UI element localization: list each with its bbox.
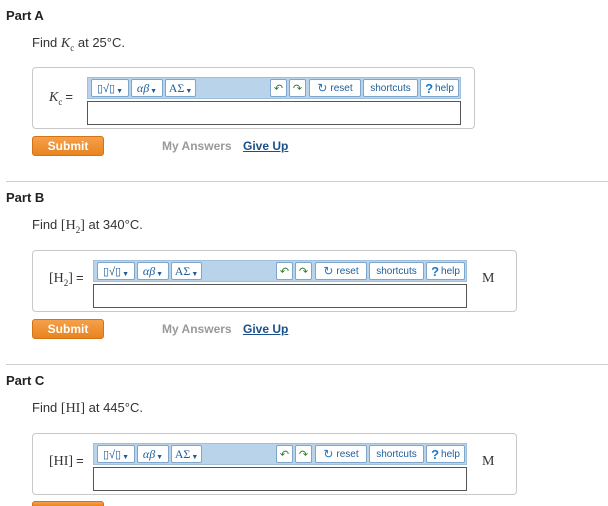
answer-lhs: [H2] = <box>49 270 84 288</box>
redo-icon[interactable]: ↷ <box>295 445 312 463</box>
answer-input[interactable] <box>93 467 467 491</box>
greek-button[interactable]: αβ ▼ <box>137 445 169 463</box>
question-math: [H2] <box>60 218 85 235</box>
shortcuts-button[interactable]: shortcuts <box>369 445 424 463</box>
help-icon: ? <box>431 263 440 279</box>
help-button[interactable]: ? help <box>420 79 459 97</box>
unit-label: M <box>482 271 495 286</box>
give-up-link[interactable]: Give Up <box>243 322 288 336</box>
help-button[interactable]: ? help <box>426 445 465 463</box>
part-title: Part C <box>6 373 45 388</box>
undo-icon[interactable]: ↶ <box>270 79 287 97</box>
symbols-button[interactable]: ΑΣ ▼ <box>165 79 196 97</box>
submit-button[interactable]: Submit <box>32 319 104 339</box>
question-text: Find Kc at 25°C. <box>32 35 125 53</box>
greek-button[interactable]: αβ ▼ <box>137 262 169 280</box>
unit-label: M <box>482 454 495 469</box>
submit-button[interactable]: Submit <box>32 136 104 156</box>
shortcuts-button[interactable]: shortcuts <box>369 262 424 280</box>
answer-lhs: [HI] = <box>49 453 84 469</box>
my-answers-link[interactable]: My Answers <box>162 322 232 336</box>
reset-icon: ↻ <box>323 447 334 461</box>
answer-box: [HI] = ▯√▯ ▼ αβ ▼ ΑΣ ▼ ↶ ↷ ↻ reset shortcuts … <box>32 433 517 495</box>
answer-input[interactable] <box>93 284 467 308</box>
question-prefix: Find <box>32 400 61 415</box>
question-text: Find [H2] at 340°C. <box>32 217 143 235</box>
templates-button[interactable]: ▯√▯ ▼ <box>97 262 135 280</box>
undo-icon[interactable]: ↶ <box>276 262 293 280</box>
reset-button[interactable]: ↻ reset <box>309 79 361 97</box>
answer-box: [H2] = ▯√▯ ▼ αβ ▼ ΑΣ ▼ ↶ ↷ ↻ reset shortcuts … <box>32 250 517 312</box>
shortcuts-button[interactable]: shortcuts <box>363 79 418 97</box>
give-up-link[interactable]: Give Up <box>243 139 288 153</box>
answer-input[interactable] <box>87 101 461 125</box>
redo-icon[interactable]: ↷ <box>289 79 306 97</box>
question-suffix: at 340°C. <box>84 217 143 232</box>
part-title: Part A <box>6 8 44 23</box>
reset-icon: ↻ <box>323 264 334 278</box>
help-icon: ? <box>431 446 440 462</box>
divider <box>6 181 608 182</box>
math-toolbar: ▯√▯ ▼ αβ ▼ ΑΣ ▼ ↶ ↷ ↻ reset shortcuts ? help <box>93 443 467 465</box>
question-prefix: Find <box>32 35 61 50</box>
question-suffix: at 25°C. <box>74 35 125 50</box>
answer-box: Kc = ▯√▯ ▼ αβ ▼ ΑΣ ▼ ↶ ↷ ↻ reset shortcuts ? h… <box>32 67 475 129</box>
submit-button[interactable] <box>32 501 104 506</box>
undo-icon[interactable]: ↶ <box>276 445 293 463</box>
question-prefix: Find <box>32 217 61 232</box>
reset-icon: ↻ <box>317 81 328 95</box>
templates-button[interactable]: ▯√▯ ▼ <box>97 445 135 463</box>
answer-lhs: Kc = <box>49 89 73 107</box>
part-title: Part B <box>6 190 45 205</box>
reset-button[interactable]: ↻ reset <box>315 445 367 463</box>
symbols-button[interactable]: ΑΣ ▼ <box>171 262 202 280</box>
question-text: Find [HI] at 445°C. <box>32 400 143 417</box>
question-suffix: at 445°C. <box>85 400 143 415</box>
math-toolbar: ▯√▯ ▼ αβ ▼ ΑΣ ▼ ↶ ↷ ↻ reset shortcuts ? help <box>93 260 467 282</box>
help-icon: ? <box>425 80 434 96</box>
divider <box>6 364 608 365</box>
greek-button[interactable]: αβ ▼ <box>131 79 163 97</box>
question-math: Kc <box>60 36 75 53</box>
reset-button[interactable]: ↻ reset <box>315 262 367 280</box>
math-toolbar: ▯√▯ ▼ αβ ▼ ΑΣ ▼ ↶ ↷ ↻ reset shortcuts ? help <box>87 77 461 99</box>
redo-icon[interactable]: ↷ <box>295 262 312 280</box>
templates-button[interactable]: ▯√▯ ▼ <box>91 79 129 97</box>
my-answers-link[interactable]: My Answers <box>162 139 232 153</box>
question-math: [HI] <box>60 401 86 416</box>
symbols-button[interactable]: ΑΣ ▼ <box>171 445 202 463</box>
help-button[interactable]: ? help <box>426 262 465 280</box>
